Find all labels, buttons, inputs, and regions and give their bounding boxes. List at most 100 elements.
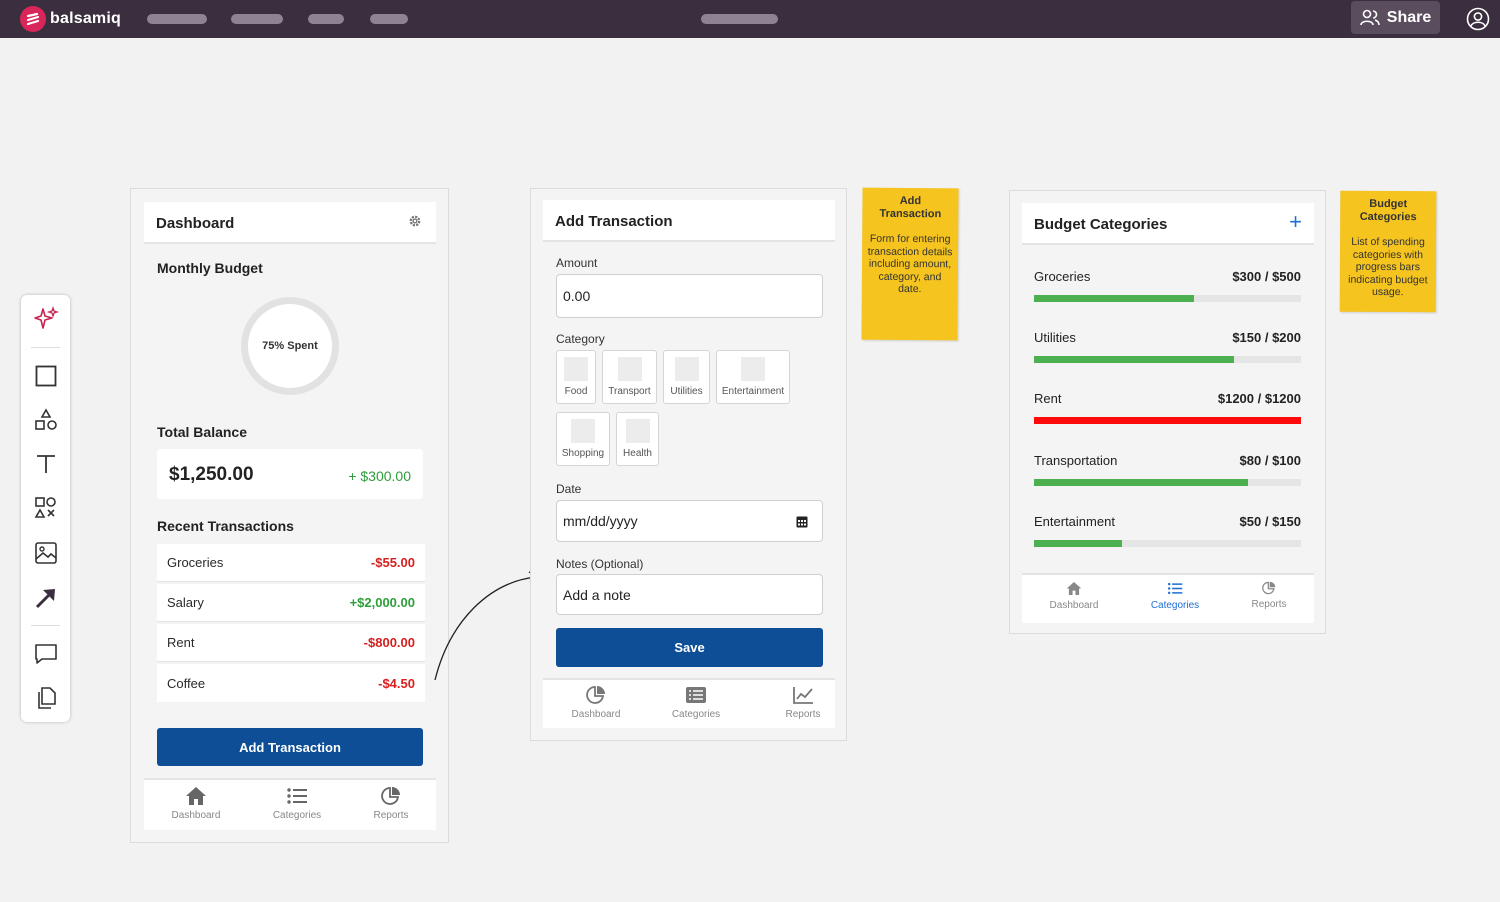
food-icon — [564, 357, 588, 381]
flow-arrow-icon — [434, 571, 540, 681]
pie-chart-icon — [381, 787, 400, 805]
budget-category-amount: $150 / $200 — [1232, 330, 1301, 345]
utilities-icon — [674, 357, 699, 381]
menu-placeholder[interactable] — [231, 14, 283, 24]
chip-label: Food — [564, 386, 588, 397]
transport-icon — [617, 357, 642, 381]
save-button[interactable]: Save — [556, 628, 823, 667]
sticky-note[interactable]: Add Transaction Form for entering transa… — [861, 187, 959, 341]
budget-progress-track — [1034, 417, 1301, 424]
menu-placeholder[interactable] — [370, 14, 408, 24]
budget-progress-track — [1034, 479, 1301, 486]
nav-categories[interactable]: Categories — [1147, 581, 1203, 611]
nav-reports[interactable]: Reports — [780, 685, 826, 720]
budget-category-amount: $1200 / $1200 — [1217, 391, 1301, 406]
date-placeholder: mm/dd/yyyy — [563, 513, 638, 529]
calendar-icon[interactable] — [796, 515, 808, 528]
budget-category-amount: $80 / $100 — [1239, 453, 1301, 468]
nav-dashboard[interactable]: Dashboard — [1046, 581, 1102, 611]
transaction-amount: -$800.00 — [363, 635, 415, 650]
balance-change: + $300.00 — [348, 468, 411, 484]
line-chart-icon — [793, 687, 813, 704]
category-chip-entertainment[interactable]: Entertainment — [716, 350, 790, 404]
nav-label: Dashboard — [1049, 600, 1099, 611]
budget-progress-track — [1034, 356, 1301, 363]
total-balance-title: Total Balance — [157, 424, 247, 440]
nav-label: Categories — [272, 810, 322, 821]
budget-category-name: Utilities — [1034, 330, 1076, 345]
date-label: Date — [556, 482, 582, 496]
chip-label: Shopping — [561, 448, 605, 459]
category-chip-transport[interactable]: Transport — [602, 350, 657, 404]
gear-icon[interactable] — [408, 214, 422, 228]
nav-categories[interactable]: Categories — [669, 685, 723, 720]
add-category-button[interactable]: + — [1289, 209, 1302, 235]
dashboard-screen: Dashboard Monthly Budget 75% Spent Total… — [130, 188, 449, 843]
page-title: Dashboard — [156, 215, 235, 232]
rectangle-icon[interactable] — [33, 363, 59, 389]
transaction-row[interactable]: Rent -$800.00 — [157, 624, 425, 662]
menu-placeholder[interactable] — [147, 14, 207, 24]
home-icon — [1066, 581, 1082, 596]
nav-label: Reports — [785, 709, 821, 720]
home-icon — [186, 787, 206, 805]
budget-ring-label: 75% Spent — [262, 340, 318, 352]
nav-categories[interactable]: Categories — [270, 786, 324, 821]
nav-label: Categories — [671, 709, 721, 720]
category-chip-food[interactable]: Food — [556, 350, 596, 404]
date-field[interactable]: mm/dd/yyyy — [556, 500, 823, 542]
menu-placeholder[interactable] — [308, 14, 344, 24]
balsamiq-logo[interactable]: balsamiq — [20, 6, 121, 32]
arrow-icon[interactable] — [33, 585, 59, 611]
add-transaction-header: Add Transaction — [543, 200, 835, 242]
budget-category-name: Transportation — [1034, 453, 1118, 468]
nav-reports[interactable]: Reports — [371, 786, 411, 821]
transaction-name: Salary — [167, 595, 204, 610]
recent-transactions-title: Recent Transactions — [157, 518, 294, 534]
nav-dashboard[interactable]: Dashboard — [569, 685, 623, 720]
tool-palette — [21, 295, 70, 722]
nav-reports[interactable]: Reports — [1248, 581, 1290, 610]
transaction-list: Groceries -$55.00 Salary +$2,000.00 Rent… — [157, 544, 425, 702]
components-icon[interactable] — [33, 495, 59, 521]
transaction-amount: +$2,000.00 — [349, 595, 415, 610]
health-icon — [625, 419, 650, 443]
share-button[interactable]: Share — [1351, 1, 1440, 34]
add-transaction-button[interactable]: Add Transaction — [157, 728, 423, 766]
transaction-amount: -$55.00 — [370, 555, 415, 570]
budget-category-name: Groceries — [1034, 269, 1091, 284]
toolbar-divider — [31, 347, 60, 348]
category-chip-utilities[interactable]: Utilities — [663, 350, 710, 404]
category-chip-shopping[interactable]: Shopping — [556, 412, 610, 466]
budget-category-name: Entertainment — [1034, 514, 1115, 529]
sticky-note[interactable]: Budget Categories List of spending categ… — [1339, 190, 1437, 313]
transaction-row[interactable]: Groceries -$55.00 — [157, 544, 425, 582]
image-icon[interactable] — [33, 540, 59, 566]
amount-field[interactable]: 0.00 — [556, 274, 823, 318]
chip-label: Entertainment — [721, 386, 785, 397]
notes-field[interactable]: Add a note — [556, 574, 823, 615]
bottom-nav: Dashboard Categories Reports — [1022, 573, 1314, 623]
document-title-placeholder[interactable] — [701, 14, 778, 24]
nav-label: Reports — [373, 810, 409, 821]
budget-progress-fill — [1034, 417, 1301, 424]
list-icon — [1167, 582, 1183, 595]
nav-label: Categories — [1150, 600, 1200, 611]
pages-icon[interactable] — [33, 685, 59, 711]
transaction-row[interactable]: Coffee -$4.50 — [157, 664, 425, 702]
amount-label: Amount — [556, 256, 598, 270]
nav-dashboard[interactable]: Dashboard — [170, 786, 222, 821]
comment-icon[interactable] — [33, 641, 59, 667]
account-icon[interactable] — [1466, 7, 1490, 31]
top-bar: balsamiq Share — [0, 0, 1500, 38]
bottom-nav: Dashboard Categories Reports — [543, 678, 835, 728]
transaction-row[interactable]: Salary +$2,000.00 — [157, 584, 425, 622]
budget-progress-fill — [1034, 479, 1248, 486]
budget-category-amount: $50 / $150 — [1239, 514, 1301, 529]
shapes-icon[interactable] — [33, 407, 59, 433]
ai-sparkle-icon[interactable] — [33, 306, 59, 332]
text-icon[interactable] — [33, 451, 59, 477]
chip-label: Utilities — [670, 386, 703, 397]
category-chip-health[interactable]: Health — [616, 412, 659, 466]
list-icon — [287, 788, 307, 804]
